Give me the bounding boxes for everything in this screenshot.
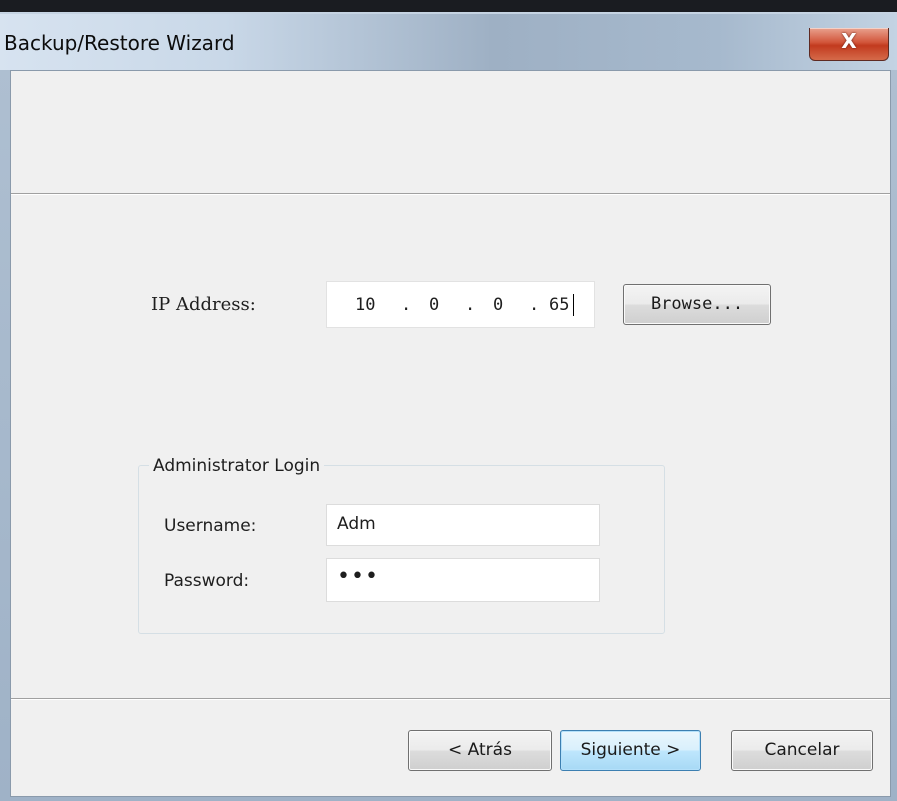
ip-address-input[interactable]: 10 . 0 . 0 . 65 <box>326 281 595 328</box>
title-bar: Backup/Restore Wizard X <box>0 14 897 70</box>
back-button[interactable]: < Atrás <box>408 730 552 771</box>
window-title: Backup/Restore Wizard <box>4 31 235 55</box>
close-button[interactable]: X <box>809 28 889 61</box>
ip-octet-1[interactable]: 10 <box>355 295 375 315</box>
ip-dot: . <box>401 295 412 315</box>
wizard-window: Backup/Restore Wizard X IP Address: 10 .… <box>0 0 897 801</box>
browse-button[interactable]: Browse... <box>623 284 771 325</box>
header-divider <box>11 194 890 195</box>
wizard-client-area: IP Address: 10 . 0 . 0 . 65 Browse... Ad… <box>10 70 891 797</box>
password-field[interactable]: ••• <box>326 558 600 602</box>
ip-octet-4[interactable]: 65 <box>549 295 569 315</box>
next-button[interactable]: Siguiente > <box>560 730 701 771</box>
administrator-login-group <box>138 465 665 634</box>
username-label: Username: <box>164 516 257 536</box>
cancel-button[interactable]: Cancelar <box>731 730 873 771</box>
wizard-header <box>11 71 890 194</box>
ip-dot: . <box>465 295 476 315</box>
ip-octet-3[interactable]: 0 <box>493 295 503 315</box>
footer-divider-highlight <box>11 699 890 700</box>
ip-octet-2[interactable]: 0 <box>429 295 439 315</box>
password-label: Password: <box>164 571 250 591</box>
text-caret <box>573 294 574 316</box>
ip-address-label: IP Address: <box>151 294 256 315</box>
ip-dot: . <box>529 295 540 315</box>
group-title: Administrator Login <box>149 456 325 476</box>
username-field[interactable]: Adm <box>326 504 600 546</box>
close-icon: X <box>841 29 857 53</box>
